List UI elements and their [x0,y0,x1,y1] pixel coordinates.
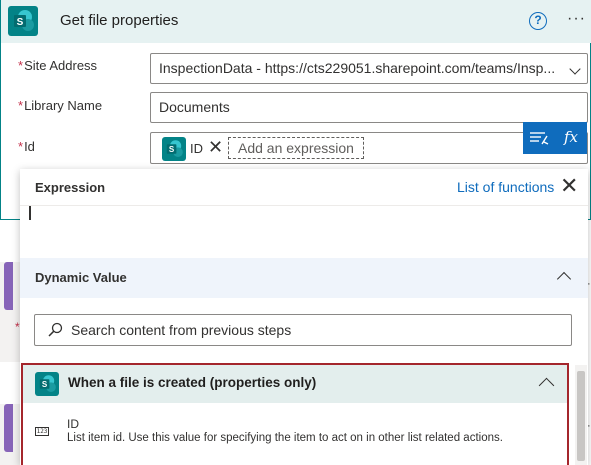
remove-token-icon[interactable]: ✕ [208,137,223,158]
ellipsis-icon[interactable]: ··· [567,10,586,28]
trigger-section: S When a file is created (properties onl… [21,363,569,465]
action-title: Get file properties [60,12,179,29]
site-address-dropdown[interactable]: InspectionData - https://cts229051.share… [150,53,588,84]
action-card-header[interactable]: S Get file properties ? ··· [1,0,591,43]
svg-text:S: S [17,17,24,28]
required-mark: * [18,139,24,154]
chevron-up-icon[interactable] [556,271,572,287]
svg-text:S: S [42,380,48,389]
dynamic-value-title: Dynamic Value [35,270,127,285]
search-placeholder: Search content from previous steps [71,322,292,338]
action-color-stripe [4,262,13,310]
expression-button[interactable]: fx [555,122,587,154]
trigger-header[interactable]: S When a file is created (properties onl… [23,365,567,403]
scrollbar[interactable] [575,365,587,465]
action-color-stripe [4,404,13,452]
library-name-value: Documents [159,99,230,115]
library-name-label: *Library Name [18,98,102,113]
number-type-icon: 123 [35,427,49,436]
dynamic-value-header[interactable]: Dynamic Value [20,258,588,298]
background-action-card [0,404,20,465]
site-address-label: *Site Address [18,58,97,73]
trigger-title: When a file is created (properties only) [68,375,317,390]
sharepoint-icon: S [8,6,38,36]
dynamic-content-icon [530,132,549,145]
dynamic-item-name: ID [67,417,79,431]
scrollbar-thumb[interactable] [577,371,585,461]
library-name-field[interactable]: Documents [150,92,588,123]
expression-flyout: Expression List of functions ✕ Dynamic V… [20,169,588,465]
sharepoint-icon: S [162,137,186,161]
required-mark: * [15,320,20,334]
chevron-up-icon[interactable] [538,377,555,394]
search-input[interactable]: Search content from previous steps [34,314,572,346]
token-label: ID [190,141,203,156]
sharepoint-icon: S [35,372,59,396]
close-icon[interactable]: ✕ [560,175,578,197]
id-label-text: Id [24,139,35,154]
background-action-card [0,262,20,362]
svg-text:S: S [169,145,175,154]
library-name-label-text: Library Name [24,98,103,113]
expression-placeholder[interactable]: Add an expression [228,137,364,159]
dynamic-content-button[interactable] [523,122,555,154]
chevron-down-icon [569,63,581,75]
list-of-functions-link[interactable]: List of functions [457,179,554,195]
help-circle-icon[interactable]: ? [529,12,547,30]
list-item[interactable]: 123 ID List item id. Use this value for … [23,403,567,465]
id-label: *Id [18,139,35,154]
search-icon [48,322,63,337]
required-mark: * [18,58,24,73]
required-mark: * [18,98,24,113]
site-address-value: InspectionData - https://cts229051.share… [159,60,556,76]
site-address-label-text: Site Address [24,58,98,73]
dynamic-item-description: List item id. Use this value for specify… [67,432,503,444]
expression-editor-cursor[interactable] [29,206,31,220]
expression-tab-title: Expression [35,180,106,195]
divider [20,205,588,206]
